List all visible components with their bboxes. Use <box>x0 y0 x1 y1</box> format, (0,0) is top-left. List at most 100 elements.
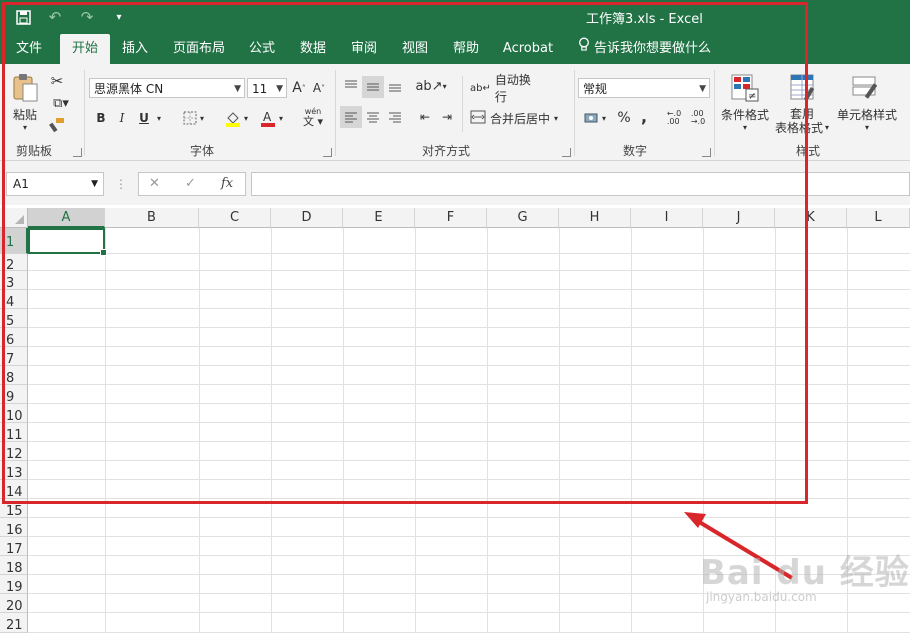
row-header-15[interactable]: 15 <box>0 499 28 519</box>
column-header-A[interactable]: A <box>28 208 105 228</box>
chevron-down-icon[interactable]: ▾ <box>862 122 872 132</box>
clipboard-launcher-icon[interactable] <box>73 148 82 157</box>
format-as-table-label-bottom[interactable]: 表格格式 ▾ <box>772 120 832 135</box>
row-header-2[interactable]: 2 <box>0 254 28 273</box>
row-header-11[interactable]: 11 <box>0 423 28 443</box>
grow-font-icon[interactable]: A ˄ <box>291 78 307 98</box>
align-left-icon[interactable] <box>340 106 362 128</box>
format-as-table-icon[interactable] <box>788 72 820 104</box>
row-header-10[interactable]: 10 <box>0 404 28 424</box>
row-header-7[interactable]: 7 <box>0 347 28 367</box>
row-header-1[interactable]: 1 <box>0 228 28 254</box>
enter-icon[interactable]: ✓ <box>185 176 196 191</box>
font-size-combo[interactable]: 11 ▼ <box>247 78 287 98</box>
phonetic-icon[interactable]: wén 文 ▾ <box>298 106 328 130</box>
tab-help[interactable]: 帮助 <box>444 34 488 64</box>
borders-icon[interactable]: ▾ <box>178 108 208 128</box>
comma-button[interactable]: , <box>636 106 652 126</box>
row-header-21[interactable]: 21 <box>0 613 28 633</box>
format-painter-icon[interactable] <box>48 116 66 134</box>
column-header-J[interactable]: J <box>703 208 775 228</box>
row-header-3[interactable]: 3 <box>0 271 28 291</box>
row-header-13[interactable]: 13 <box>0 461 28 481</box>
select-all-corner[interactable] <box>0 208 28 228</box>
paste-label[interactable]: 粘贴 <box>10 106 40 122</box>
column-header-D[interactable]: D <box>271 208 343 228</box>
formula-input[interactable] <box>251 172 910 196</box>
merge-center-button[interactable]: 合并后居中 ▾ <box>470 108 570 128</box>
tab-acrobat[interactable]: Acrobat <box>498 34 558 64</box>
tab-page-layout[interactable]: 页面布局 <box>166 34 232 64</box>
row-header-18[interactable]: 18 <box>0 556 28 576</box>
column-header-C[interactable]: C <box>199 208 271 228</box>
align-top-icon[interactable] <box>342 76 360 96</box>
tab-insert[interactable]: 插入 <box>112 34 158 64</box>
font-color-icon[interactable]: A ▾ <box>255 108 287 128</box>
paste-icon[interactable] <box>10 72 40 104</box>
fill-color-icon[interactable]: ▾ <box>220 108 252 128</box>
conditional-format-icon[interactable]: ≠ <box>729 72 761 104</box>
increase-indent-icon[interactable]: ⇥ <box>438 106 456 128</box>
column-header-B[interactable]: B <box>105 208 199 228</box>
decrease-decimal-icon[interactable]: .00 →.0 <box>688 108 708 128</box>
row-header-17[interactable]: 17 <box>0 537 28 557</box>
column-header-I[interactable]: I <box>631 208 703 228</box>
column-header-E[interactable]: E <box>343 208 415 228</box>
column-header-L[interactable]: L <box>847 208 910 228</box>
alignment-launcher-icon[interactable] <box>562 148 571 157</box>
save-icon[interactable] <box>12 6 34 28</box>
underline-button[interactable]: U <box>136 108 152 128</box>
currency-icon[interactable]: ▾ <box>580 108 610 128</box>
tab-view[interactable]: 视图 <box>393 34 437 64</box>
tell-me-box[interactable]: 告诉我你想要做什么 <box>578 34 711 64</box>
align-center-icon[interactable] <box>364 106 382 128</box>
font-launcher-icon[interactable] <box>323 148 332 157</box>
column-header-K[interactable]: K <box>775 208 847 228</box>
cell-styles-icon[interactable] <box>850 72 882 104</box>
redo-icon[interactable]: ↷ <box>76 6 98 28</box>
number-launcher-icon[interactable] <box>702 148 711 157</box>
row-header-8[interactable]: 8 <box>0 366 28 386</box>
increase-decimal-icon[interactable]: ←.0.00 <box>664 108 684 128</box>
orientation-icon[interactable]: ab↗ ▾ <box>415 76 446 96</box>
number-format-combo[interactable]: 常规 ▼ <box>578 78 710 98</box>
row-header-12[interactable]: 12 <box>0 442 28 462</box>
column-header-G[interactable]: G <box>487 208 559 228</box>
active-cell-a1[interactable] <box>28 228 107 256</box>
formula-bar-grip-icon[interactable]: ⋮ <box>115 175 127 193</box>
insert-function-icon[interactable]: fx <box>221 176 233 191</box>
cut-icon[interactable]: ✂ <box>48 72 66 90</box>
bold-button[interactable]: B <box>93 108 109 128</box>
tab-file[interactable]: 文件 <box>6 34 52 64</box>
italic-button[interactable]: I <box>114 108 130 128</box>
tab-home[interactable]: 开始 <box>60 34 110 64</box>
shrink-font-icon[interactable]: A ˅ <box>311 78 327 98</box>
conditional-format-label[interactable]: 条件格式 <box>716 106 774 122</box>
undo-icon[interactable]: ↶ <box>44 6 66 28</box>
cancel-icon[interactable]: ✕ <box>149 176 160 191</box>
wrap-text-button[interactable]: ab↵ 自动换行 <box>470 73 542 104</box>
row-header-6[interactable]: 6 <box>0 328 28 348</box>
row-header-16[interactable]: 16 <box>0 518 28 538</box>
percent-button[interactable]: % <box>614 108 634 128</box>
column-header-H[interactable]: H <box>559 208 631 228</box>
align-right-icon[interactable] <box>386 106 404 128</box>
decrease-indent-icon[interactable]: ⇤ <box>416 106 434 128</box>
copy-icon[interactable]: ⧉▾ <box>48 94 74 112</box>
tab-review[interactable]: 审阅 <box>342 34 386 64</box>
column-header-F[interactable]: F <box>415 208 487 228</box>
row-header-14[interactable]: 14 <box>0 480 28 500</box>
chevron-down-icon[interactable]: ▾ <box>154 108 164 128</box>
chevron-down-icon[interactable]: ▾ <box>740 122 750 132</box>
row-header-5[interactable]: 5 <box>0 309 28 329</box>
tab-formulas[interactable]: 公式 <box>240 34 284 64</box>
font-name-combo[interactable]: 思源黑体 CN ▼ <box>89 78 245 98</box>
tab-data[interactable]: 数据 <box>291 34 335 64</box>
row-header-19[interactable]: 19 <box>0 575 28 595</box>
row-header-4[interactable]: 4 <box>0 290 28 310</box>
customize-qat-icon[interactable]: ▾ <box>108 6 130 28</box>
align-bottom-icon[interactable] <box>386 76 404 96</box>
align-middle-icon[interactable] <box>362 76 384 98</box>
row-header-20[interactable]: 20 <box>0 594 28 614</box>
cell-styles-label[interactable]: 单元格样式 <box>834 106 900 122</box>
